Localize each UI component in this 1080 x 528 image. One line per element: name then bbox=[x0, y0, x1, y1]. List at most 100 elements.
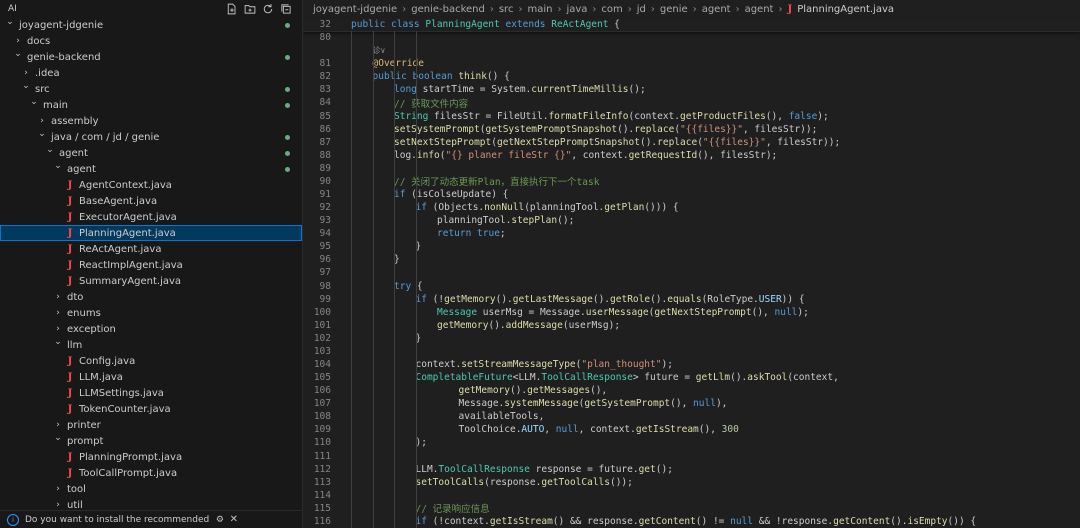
chevron-down-icon[interactable]: ⌄ bbox=[4, 17, 16, 27]
collapse-all-icon[interactable] bbox=[279, 2, 292, 15]
tree-folder-item[interactable]: ⌄ genie-backend bbox=[0, 49, 302, 65]
chevron-right-icon[interactable]: › bbox=[52, 420, 64, 430]
code-row[interactable]: 92 if (Objects.nonNull(planningTool.getPl… bbox=[303, 201, 1080, 215]
code-row[interactable]: 109 ToolChoice.AUTO, null, context.getIsS… bbox=[303, 423, 1080, 437]
chevron-down-icon[interactable]: ⌄ bbox=[20, 81, 32, 91]
tree-folder-item[interactable]: › docs bbox=[0, 33, 302, 49]
code-row[interactable]: 91 if (isColseUpdate) { bbox=[303, 187, 1080, 202]
code-row[interactable]: 86 setSystemPrompt(getSystemPromptSnapsho… bbox=[303, 122, 1080, 136]
code-row[interactable]: 83 long startTime = System.currentTimeMil… bbox=[303, 83, 1080, 97]
tree-folder-item[interactable]: › tool bbox=[0, 481, 302, 497]
tree-file-item[interactable]: J PlanningPrompt.java bbox=[0, 449, 302, 465]
code-editor[interactable]: joyagent-jdgenie › genie-backend › src › main ›… bbox=[303, 0, 1080, 528]
chevron-down-icon[interactable]: ⌄ bbox=[52, 433, 64, 443]
chevron-down-icon[interactable]: ⌄ bbox=[12, 49, 24, 59]
tree-folder-item[interactable]: ⌄ java / com / jd / genie bbox=[0, 129, 302, 145]
breadcrumb-segment[interactable]: agent bbox=[702, 4, 731, 15]
gear-icon[interactable]: ⚙ bbox=[216, 515, 224, 525]
code-row[interactable]: 99 if (!getMemory().getLastMessage().getR… bbox=[303, 292, 1080, 306]
tree-file-item[interactable]: J BaseAgent.java bbox=[0, 193, 302, 209]
chevron-right-icon[interactable]: › bbox=[52, 500, 64, 510]
code-row[interactable]: 87 setNextStepPrompt(getNextStepPromptSna… bbox=[303, 135, 1080, 149]
code-row[interactable]: 103 bbox=[303, 344, 1080, 358]
code-row[interactable]: 84// 获取文件内容 bbox=[303, 96, 1080, 110]
code-row[interactable]: 108 availableTools, bbox=[303, 410, 1080, 424]
code-row[interactable]: 105 CompletableFuture<LLM.ToolCallRespons… bbox=[303, 371, 1080, 385]
chevron-down-icon[interactable]: ⌄ bbox=[44, 145, 56, 155]
code-row[interactable]: 90 // 关闭了动态更新Plan，直接执行下一个task bbox=[303, 174, 1080, 188]
chevron-right-icon[interactable]: › bbox=[52, 308, 64, 318]
tree-folder-item[interactable]: ⌄ llm bbox=[0, 337, 302, 353]
tree-file-item[interactable]: J PlanningAgent.java bbox=[0, 225, 302, 241]
tree-folder-item[interactable]: › enums bbox=[0, 305, 302, 321]
code-row[interactable]: 80 bbox=[303, 31, 1080, 45]
code-row[interactable]: 98 try { bbox=[303, 279, 1080, 293]
tree-file-item[interactable]: J ReActAgent.java bbox=[0, 241, 302, 257]
code-row[interactable]: 81 @Override bbox=[303, 57, 1080, 71]
breadcrumb-file[interactable]: PlanningAgent.java bbox=[797, 4, 894, 15]
tree-folder-item[interactable]: ⌄ agent bbox=[0, 161, 302, 177]
tree-folder-item[interactable]: › dto bbox=[0, 289, 302, 305]
sticky-scroll-header[interactable]: 32 public class PlanningAgent extends Re… bbox=[303, 18, 1080, 32]
chevron-right-icon[interactable]: › bbox=[20, 68, 32, 78]
code-row[interactable]: 85 String filesStr = FileUtil.formatFileI… bbox=[303, 109, 1080, 123]
tree-folder-item[interactable]: ⌄ agent bbox=[0, 145, 302, 161]
code-row[interactable]: 89 bbox=[303, 161, 1080, 175]
close-icon[interactable]: ✕ bbox=[230, 514, 238, 525]
refresh-icon[interactable] bbox=[261, 2, 274, 15]
code-row[interactable]: 110); bbox=[303, 436, 1080, 450]
chevron-down-icon[interactable]: ⌄ bbox=[36, 129, 48, 139]
code-row[interactable]: 101 getMemory().addMessage(userMsg); bbox=[303, 318, 1080, 332]
chevron-down-icon[interactable]: ⌄ bbox=[28, 97, 40, 107]
code-row[interactable]: 诊∨ bbox=[303, 44, 1080, 58]
breadcrumb-segment[interactable]: src bbox=[499, 4, 514, 15]
new-folder-icon[interactable] bbox=[243, 2, 256, 15]
code-row[interactable]: 116 if (!context.getIsStream() && respons… bbox=[303, 514, 1080, 528]
tree-file-item[interactable]: J SummaryAgent.java bbox=[0, 273, 302, 289]
tree-folder-item[interactable]: › exception bbox=[0, 321, 302, 337]
tree-folder-item[interactable]: ⌄ joyagent-jdgenie bbox=[0, 17, 302, 33]
new-file-icon[interactable] bbox=[225, 2, 238, 15]
code-row[interactable]: 97 bbox=[303, 266, 1080, 280]
tree-file-item[interactable]: J LLM.java bbox=[0, 369, 302, 385]
chevron-right-icon[interactable]: › bbox=[52, 484, 64, 494]
tree-folder-item[interactable]: ⌄ prompt bbox=[0, 433, 302, 449]
tree-file-item[interactable]: J Config.java bbox=[0, 353, 302, 369]
chevron-right-icon[interactable]: › bbox=[12, 36, 24, 46]
tree-folder-item[interactable]: ⌄ main bbox=[0, 97, 302, 113]
chevron-right-icon[interactable]: › bbox=[52, 292, 64, 302]
code-row[interactable]: 113 setToolCalls(response.getToolCalls())… bbox=[303, 475, 1080, 489]
code-row[interactable]: 95} bbox=[303, 240, 1080, 254]
breadcrumb-segment[interactable]: main bbox=[527, 4, 552, 15]
code-row[interactable]: 114 bbox=[303, 488, 1080, 502]
code-row[interactable]: 111 bbox=[303, 449, 1080, 463]
tree-file-item[interactable]: J ReactImplAgent.java bbox=[0, 257, 302, 273]
breadcrumb-segment[interactable]: agent bbox=[745, 4, 774, 15]
tree-file-item[interactable]: J ExecutorAgent.java bbox=[0, 209, 302, 225]
chevron-down-icon[interactable]: ⌄ bbox=[52, 337, 64, 347]
notification-toast[interactable]: i Do you want to install the recommended… bbox=[0, 510, 302, 528]
breadcrumb-segment[interactable]: genie bbox=[660, 4, 688, 15]
code-row[interactable]: 94 return true; bbox=[303, 227, 1080, 241]
code-row[interactable]: 106 getMemory().getMessages(), bbox=[303, 384, 1080, 398]
code-row[interactable]: 112 LLM.ToolCallResponse response = futur… bbox=[303, 462, 1080, 476]
breadcrumb-segment[interactable]: jd bbox=[637, 4, 646, 15]
tree-folder-item[interactable]: ⌄ src bbox=[0, 81, 302, 97]
chevron-right-icon[interactable]: › bbox=[36, 116, 48, 126]
breadcrumb-segment[interactable]: com bbox=[601, 4, 622, 15]
code-row[interactable]: 96} bbox=[303, 253, 1080, 267]
code-row[interactable]: 104 context.setStreamMessageType("plan_th… bbox=[303, 357, 1080, 372]
chevron-down-icon[interactable]: ⌄ bbox=[52, 161, 64, 171]
tree-folder-item[interactable]: › .idea bbox=[0, 65, 302, 81]
code-row[interactable]: 107 Message.systemMessage(getSystemPrompt… bbox=[303, 397, 1080, 411]
chevron-right-icon[interactable]: › bbox=[52, 324, 64, 334]
breadcrumb-segment[interactable]: genie-backend bbox=[411, 4, 485, 15]
code-row[interactable]: 82 public boolean think() { bbox=[303, 70, 1080, 84]
tree-file-item[interactable]: J ToolCallPrompt.java bbox=[0, 465, 302, 481]
code-row[interactable]: 100 Message userMsg = Message.userMessage… bbox=[303, 305, 1080, 319]
code-row[interactable]: 88 log.info("{} planer fileStr {}", conte… bbox=[303, 148, 1080, 162]
code-row[interactable]: 115 // 记录响应信息 bbox=[303, 501, 1080, 515]
breadcrumb-segment[interactable]: joyagent-jdgenie bbox=[313, 4, 397, 15]
tree-folder-item[interactable]: › assembly bbox=[0, 113, 302, 129]
tree-folder-item[interactable]: › printer bbox=[0, 417, 302, 433]
